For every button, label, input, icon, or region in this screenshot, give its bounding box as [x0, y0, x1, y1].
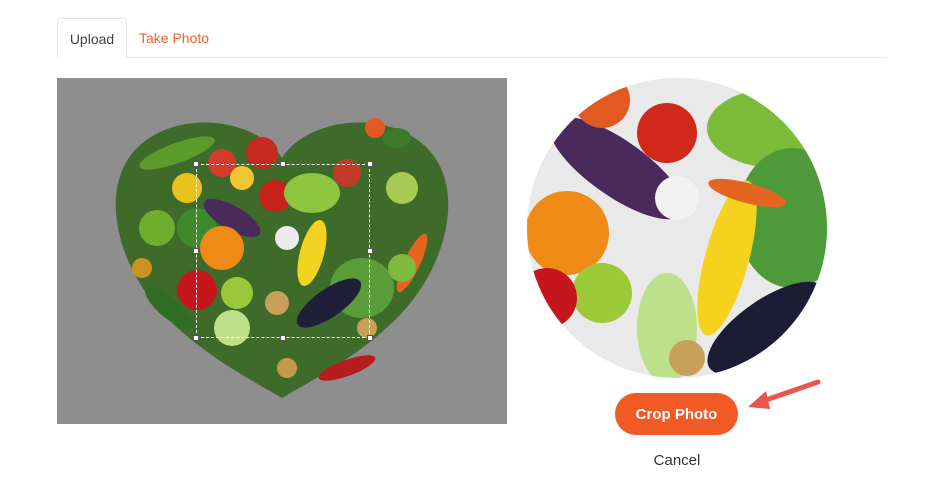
tab-bar: Upload Take Photo	[57, 18, 886, 58]
crop-handle-e[interactable]	[367, 248, 373, 254]
crop-handle-sw[interactable]	[193, 335, 199, 341]
crop-handle-ne[interactable]	[367, 161, 373, 167]
crop-canvas[interactable]	[57, 78, 507, 424]
cancel-link[interactable]: Cancel	[640, 452, 714, 469]
crop-photo-button[interactable]: Crop Photo	[615, 393, 738, 435]
crop-handle-w[interactable]	[193, 248, 199, 254]
preview-image	[527, 78, 827, 378]
tab-take-photo[interactable]: Take Photo	[129, 18, 219, 58]
arrow-pointer-icon	[748, 379, 821, 409]
crop-handle-nw[interactable]	[193, 161, 199, 167]
crop-handle-n[interactable]	[280, 161, 286, 167]
crop-handle-se[interactable]	[367, 335, 373, 341]
crop-preview-circle	[527, 78, 827, 378]
crop-handle-s[interactable]	[280, 335, 286, 341]
tab-upload[interactable]: Upload	[57, 18, 127, 58]
crop-selection[interactable]	[193, 161, 373, 341]
